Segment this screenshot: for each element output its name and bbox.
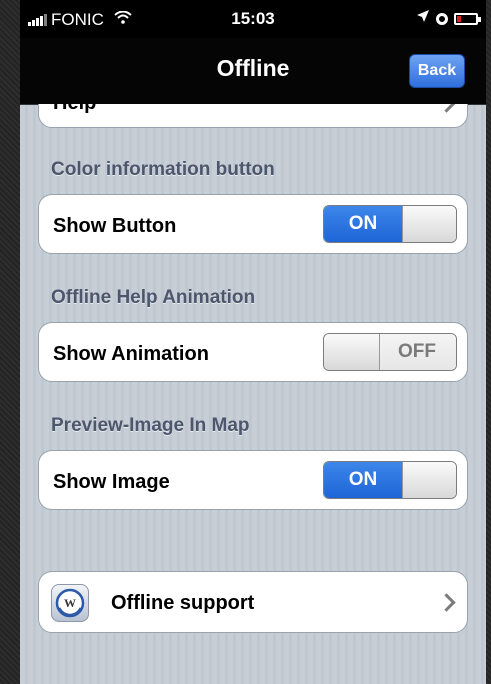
show-image-label: Show Image: [53, 471, 170, 493]
back-button[interactable]: Back: [409, 54, 465, 88]
chevron-right-icon: [437, 593, 456, 612]
help-cell[interactable]: Help: [38, 104, 468, 128]
wikipedia-icon: W: [51, 584, 89, 622]
status-right: [416, 9, 481, 28]
section-header-color-info: Color information button: [51, 159, 275, 180]
section-header-preview-image: Preview-Image In Map: [51, 415, 250, 436]
orientation-lock-icon: [436, 12, 448, 25]
show-animation-label: Show Animation: [53, 343, 209, 365]
offline-support-label: Offline support: [111, 592, 255, 614]
show-image-cell: Show Image ON: [38, 450, 468, 510]
help-cell-label: Help: [53, 104, 96, 115]
toggle-thumb: [324, 334, 380, 370]
show-image-toggle[interactable]: ON: [323, 461, 457, 499]
offline-support-cell[interactable]: W Offline support: [38, 571, 468, 633]
section-header-help-animation: Offline Help Animation: [51, 287, 256, 308]
show-button-toggle[interactable]: ON: [323, 205, 457, 243]
toggle-thumb: [402, 206, 456, 242]
show-animation-cell: Show Animation OFF: [38, 322, 468, 382]
battery-icon: [454, 12, 481, 25]
show-button-label: Show Button: [53, 215, 177, 237]
toggle-on-text: ON: [324, 462, 402, 498]
show-button-cell: Show Button ON: [38, 194, 468, 254]
toggle-off-text: OFF: [378, 334, 456, 370]
navigation-bar: Offline Back: [20, 38, 486, 105]
settings-list[interactable]: Help Color information button Show Butto…: [20, 104, 486, 684]
toggle-thumb: [402, 462, 456, 498]
location-arrow-icon: [416, 9, 430, 28]
toggle-on-text: ON: [324, 206, 402, 242]
status-bar: FONIC 15:03: [20, 0, 486, 38]
chevron-right-icon: [437, 104, 456, 113]
show-animation-toggle[interactable]: OFF: [323, 333, 457, 371]
wikipedia-icon-letter: W: [64, 596, 76, 610]
phone-screen: FONIC 15:03 Offline Back Help Color info…: [20, 0, 486, 684]
